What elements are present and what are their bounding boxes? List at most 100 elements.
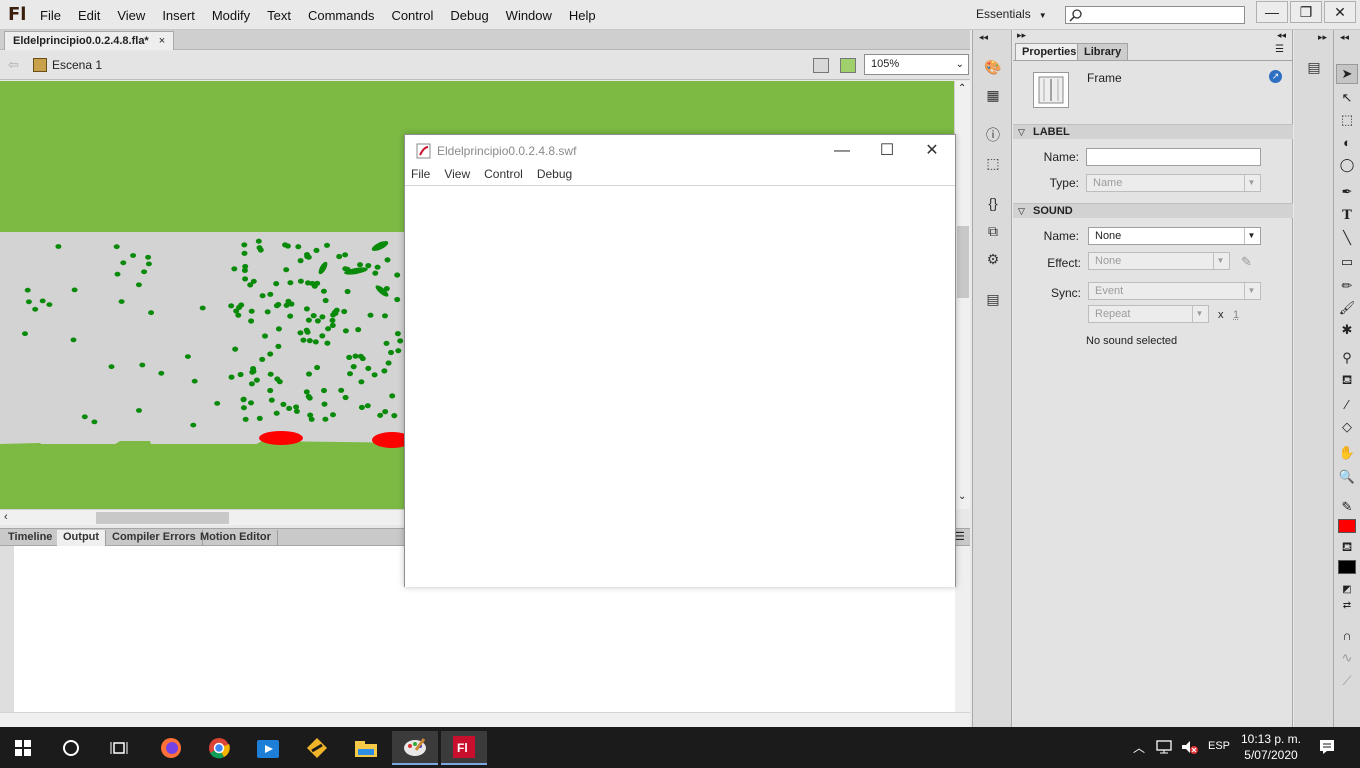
volume-muted-icon[interactable] (1180, 739, 1200, 758)
subselection-tool-icon[interactable]: ↖ (1336, 88, 1358, 108)
align-panel-icon[interactable]: ▤ (1303, 56, 1325, 78)
panel-menu-icon[interactable]: ☰ (1275, 44, 1284, 55)
lasso-tool-icon[interactable]: ◯ (1336, 155, 1358, 175)
input-language[interactable]: ESP (1208, 740, 1230, 752)
swf-menu-debug[interactable]: Debug (537, 167, 572, 181)
scroll-down-icon[interactable]: ⌄ (958, 491, 966, 502)
swf-menu-view[interactable]: View (444, 167, 470, 181)
minimize-button[interactable]: — (1256, 1, 1288, 23)
filmora-taskbar-button[interactable] (294, 731, 340, 765)
swf-content-area[interactable] (405, 185, 955, 587)
menu-text[interactable]: Text (267, 8, 291, 23)
collapse-icon[interactable]: ◂◂ (1277, 30, 1286, 41)
fill-color-swatch[interactable] (1338, 560, 1356, 574)
brush-tool-icon[interactable]: 🖌 (1336, 298, 1358, 318)
menu-view[interactable]: View (117, 8, 145, 23)
pen-tool-icon[interactable]: ✒ (1336, 182, 1358, 202)
help-search-input[interactable] (1065, 6, 1245, 24)
output-horizontal-scrollbar[interactable] (0, 712, 970, 727)
swf-menu-control[interactable]: Control (484, 167, 523, 181)
network-icon[interactable] (1156, 739, 1174, 758)
firefox-taskbar-button[interactable] (148, 731, 194, 765)
line-tool-icon[interactable]: ╲ (1336, 228, 1358, 248)
menu-modify[interactable]: Modify (212, 8, 250, 23)
label-section-header[interactable]: ▽ LABEL (1013, 124, 1293, 139)
collapse-icon[interactable]: ◂◂ (1340, 32, 1349, 43)
3d-rotation-tool-icon[interactable]: ◐ (1336, 132, 1358, 152)
components-icon[interactable]: ⧉ (982, 220, 1004, 242)
document-tab[interactable]: Eldelprincipio0.0.2.4.8.fla* × (4, 31, 175, 50)
swatches-icon[interactable]: ▦ (982, 84, 1004, 106)
expand-icon[interactable]: ▸▸ (1318, 32, 1327, 43)
scroll-thumb[interactable] (96, 512, 229, 524)
video-editor-taskbar-button[interactable] (245, 731, 291, 765)
tab-properties[interactable]: Properties (1015, 43, 1084, 60)
paint-bucket-tool-icon[interactable]: ⛾ (1336, 371, 1358, 391)
file-explorer-taskbar-button[interactable] (343, 731, 389, 765)
chrome-taskbar-button[interactable] (196, 731, 242, 765)
transform-icon[interactable]: ⬚ (982, 152, 1004, 174)
flash-taskbar-button[interactable]: Fl (441, 731, 487, 765)
search-button[interactable] (48, 731, 94, 765)
tab-library[interactable]: Library (1077, 43, 1129, 60)
free-transform-tool-icon[interactable]: ⬚ (1336, 110, 1358, 130)
tab-output[interactable]: Output (57, 530, 107, 546)
sound-name-select[interactable]: None ▼ (1088, 227, 1261, 245)
menu-edit[interactable]: Edit (78, 8, 100, 23)
motion-presets-icon[interactable]: ⚙ (982, 248, 1004, 270)
task-view-button[interactable] (96, 731, 142, 765)
menu-help[interactable]: Help (569, 8, 596, 23)
tray-chevron-up-icon[interactable]: ︿ (1133, 739, 1145, 756)
rectangle-tool-icon[interactable]: ▭ (1336, 252, 1358, 272)
sound-section-header[interactable]: ▽ SOUND (1013, 203, 1293, 218)
close-tab-icon[interactable]: × (159, 35, 165, 47)
stage-vertical-scrollbar[interactable]: ⌃ ⌄ (954, 81, 970, 509)
swap-colors-icon[interactable]: ⇄ (1336, 595, 1358, 615)
code-snippets-icon[interactable]: {} (982, 192, 1004, 214)
collapse-icon[interactable]: ◂◂ (979, 32, 988, 43)
start-button[interactable] (0, 731, 46, 765)
restore-button[interactable]: ❐ (1290, 1, 1322, 23)
paint-taskbar-button[interactable] (392, 731, 438, 765)
project-icon[interactable]: ▤ (982, 288, 1004, 310)
notifications-icon[interactable] (1318, 738, 1336, 759)
tab-motion-editor[interactable]: Motion Editor (194, 530, 278, 546)
taskbar-clock[interactable]: 10:13 p. m. 5/07/2020 (1236, 731, 1306, 763)
tab-timeline[interactable]: Timeline (2, 530, 60, 546)
snap-to-objects-icon[interactable]: ∩ (1336, 625, 1358, 645)
scroll-up-icon[interactable]: ⌃ (958, 83, 966, 94)
scroll-left-icon[interactable]: ‹ (4, 511, 8, 523)
swf-menu-file[interactable]: File (411, 167, 430, 181)
scene-name[interactable]: Escena 1 (52, 58, 102, 72)
eyedropper-tool-icon[interactable]: ⁄ (1336, 394, 1358, 414)
swf-maximize-button[interactable]: ☐ (864, 137, 910, 165)
expand-icon[interactable]: ▸▸ (1017, 30, 1026, 41)
menu-window[interactable]: Window (506, 8, 552, 23)
tab-compiler-errors[interactable]: Compiler Errors (106, 530, 203, 546)
panel-menu-icon[interactable]: ☰ (955, 530, 965, 543)
scroll-thumb[interactable] (957, 226, 969, 298)
info-icon[interactable]: ⓘ (982, 124, 1004, 146)
close-button[interactable]: ✕ (1324, 1, 1356, 23)
swf-minimize-button[interactable]: — (819, 137, 865, 165)
menu-commands[interactable]: Commands (308, 8, 374, 23)
pencil-tool-icon[interactable]: ✏ (1336, 276, 1358, 296)
zoom-select[interactable]: 105% ⌄ (864, 54, 969, 75)
swf-close-button[interactable]: ✕ (909, 137, 955, 165)
menu-insert[interactable]: Insert (162, 8, 195, 23)
eraser-tool-icon[interactable]: ◇ (1336, 417, 1358, 437)
zoom-tool-icon[interactable]: 🔍 (1336, 467, 1358, 487)
hand-tool-icon[interactable]: ✋ (1336, 443, 1358, 463)
output-vertical-scrollbar[interactable] (955, 546, 970, 712)
text-tool-icon[interactable]: T (1336, 205, 1358, 225)
back-arrow-icon[interactable]: ⇦ (8, 57, 19, 73)
color-panel-icon[interactable]: 🎨 (982, 56, 1004, 78)
menu-file[interactable]: File (40, 8, 61, 23)
repeat-count[interactable]: 1 (1233, 309, 1239, 321)
edit-symbols-icon[interactable] (840, 58, 856, 73)
workspace-switcher[interactable]: Essentials ▼ (976, 7, 1047, 21)
stroke-color-swatch[interactable] (1338, 519, 1356, 533)
help-link-icon[interactable]: ↗ (1269, 70, 1282, 83)
edit-scene-icon[interactable] (813, 58, 829, 73)
deco-tool-icon[interactable]: ✱ (1336, 320, 1358, 340)
